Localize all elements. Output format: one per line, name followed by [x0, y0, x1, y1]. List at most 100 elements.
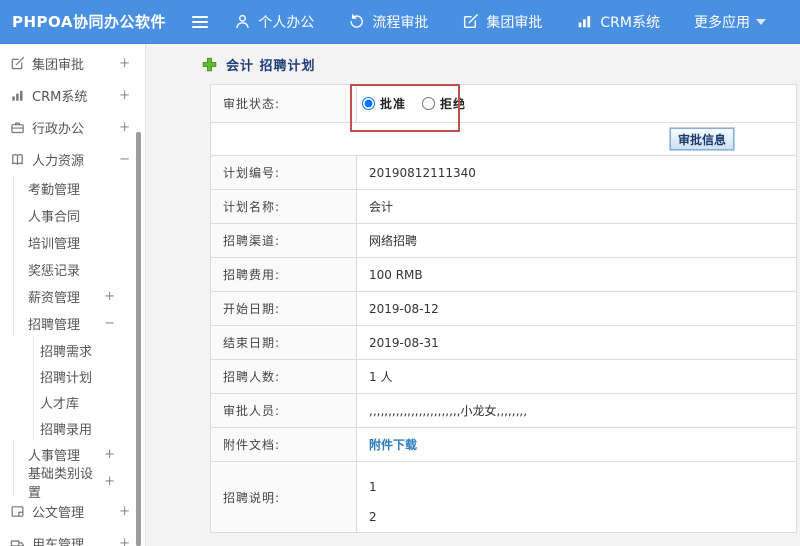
table-row-8: 附件文档: 附件下载 [211, 428, 796, 462]
field-value: 12 [357, 462, 796, 532]
sidebar-item-行政办公[interactable]: 行政办公 + [0, 111, 145, 143]
nav-item-0[interactable]: 个人办公 [234, 12, 314, 32]
description-line: 2 [369, 510, 377, 524]
user-icon [234, 13, 251, 30]
sidebar: 集团审批 + CRM系统 + 行政办公 + 人力资源 − 考勤管理人事合同培训管理奖惩记录薪资管… [0, 44, 146, 546]
nav-item-label: 集团审批 [486, 14, 543, 31]
nav-item-label: 流程审批 [372, 14, 429, 31]
field-label: 招聘说明: [211, 462, 357, 532]
sidebar-item-label: 行政办公 [32, 121, 85, 137]
sidebar-item-label: 招聘录用 [40, 422, 93, 438]
main-content: 会计 招聘计划 审批状态: 批准 拒绝 审批信息 计划编号: 2019081211… [146, 44, 800, 546]
attachment-download-link[interactable]: 附件下载 [369, 436, 417, 453]
field-label: 附件文档: [211, 428, 357, 461]
top-navigation-bar: PHPOA协同办公软件 个人办公 流程审批 集团审批 CRM系统 更多应用 [0, 0, 800, 44]
sidebar-item-薪资管理[interactable]: 薪资管理 + [0, 283, 145, 310]
sidebar-item-考勤管理[interactable]: 考勤管理 [0, 175, 145, 202]
field-value: 网络招聘 [369, 234, 418, 248]
field-value: 20190812111340 [369, 165, 476, 180]
sidebar-item-label: 用车管理 [32, 537, 85, 546]
doc-icon [10, 504, 25, 519]
expand-plus-icon[interactable]: + [104, 474, 115, 489]
field-label-approval-status: 审批状态: [211, 85, 357, 122]
reject-radio[interactable] [422, 97, 436, 110]
expand-plus-icon[interactable]: + [104, 289, 115, 304]
nav-item-3[interactable]: CRM系统 [576, 12, 660, 32]
field-label: 招聘人数: [211, 360, 357, 393]
page-title: 会计 招聘计划 [226, 58, 316, 74]
field-label: 招聘渠道: [211, 224, 357, 257]
expand-plus-icon[interactable]: + [119, 120, 130, 135]
nav-item-label: 个人办公 [258, 14, 315, 31]
sidebar-item-招聘管理[interactable]: 招聘管理 − [0, 310, 145, 337]
sidebar-item-奖惩记录[interactable]: 奖惩记录 [0, 256, 145, 283]
field-label: 审批人员: [211, 394, 357, 427]
nav-item-2[interactable]: 集团审批 [462, 12, 542, 32]
sidebar-item-招聘计划[interactable]: 招聘计划 [0, 363, 145, 389]
expand-plus-icon[interactable]: + [119, 536, 130, 546]
sidebar-item-label: 招聘需求 [40, 344, 93, 360]
sidebar-item-人事合同[interactable]: 人事合同 [0, 202, 145, 229]
table-row-5: 结束日期: 2019-08-31 [211, 326, 796, 360]
table-row-3: 招聘费用: 100 RMB [211, 258, 796, 292]
sidebar-item-label: 人才库 [40, 396, 80, 412]
sidebar-item-label: 人力资源 [32, 153, 85, 169]
field-value: 100 RMB [369, 267, 423, 282]
detail-table: 审批状态: 批准 拒绝 审批信息 计划编号: 20190812111340 计划名称… [210, 84, 797, 533]
sidebar-item-招聘需求[interactable]: 招聘需求 [0, 337, 145, 363]
nav-item-4[interactable]: 更多应用 [694, 12, 766, 32]
nav-item-1[interactable]: 流程审批 [348, 12, 428, 32]
table-row-4: 开始日期: 2019-08-12 [211, 292, 796, 326]
sidebar-item-人才库[interactable]: 人才库 [0, 389, 145, 415]
table-row-7: 审批人员: ,,,,,,,,,,,,,,,,,,,,,,,,小龙女,,,,,,,, [211, 394, 796, 428]
chart-icon [576, 13, 593, 30]
sidebar-item-label: 基础类别设置 [28, 466, 94, 501]
expand-plus-icon[interactable]: + [119, 56, 130, 71]
description-line: 1 [369, 480, 377, 494]
sidebar-item-label: 人事管理 [28, 449, 81, 464]
app-logo: PHPOA协同办公软件 [12, 13, 166, 31]
add-plus-icon [202, 57, 217, 72]
field-value: 2019-08-31 [369, 335, 439, 350]
expand-plus-icon[interactable]: + [104, 447, 115, 462]
sidebar-item-label: 招聘计划 [40, 370, 93, 386]
sidebar-item-CRM系统[interactable]: CRM系统 + [0, 79, 145, 111]
approval-info-button[interactable]: 审批信息 [670, 128, 734, 150]
sidebar-item-label: 考勤管理 [28, 183, 81, 198]
sidebar-item-集团审批[interactable]: 集团审批 + [0, 47, 145, 79]
field-label: 计划名称: [211, 190, 357, 223]
sidebar-scrollbar[interactable] [136, 132, 141, 546]
compose-icon [462, 13, 479, 30]
table-row-0: 计划编号: 20190812111340 [211, 156, 796, 190]
field-label: 结束日期: [211, 326, 357, 359]
reject-radio-label[interactable]: 拒绝 [440, 95, 466, 112]
sidebar-item-label: 奖惩记录 [28, 264, 81, 279]
sidebar-item-招聘录用[interactable]: 招聘录用 [0, 415, 145, 441]
sidebar-item-label: 人事合同 [28, 210, 81, 225]
approve-radio[interactable] [362, 97, 375, 110]
briefcase-icon [10, 120, 25, 135]
menu-hamburger-icon[interactable] [191, 13, 209, 31]
sidebar-item-人力资源[interactable]: 人力资源 − [0, 143, 145, 175]
collapse-minus-icon[interactable]: − [119, 152, 130, 167]
nav-item-label: CRM系统 [600, 14, 660, 31]
expand-plus-icon[interactable]: + [119, 88, 130, 103]
field-value: 2019-08-12 [369, 301, 439, 316]
sidebar-item-label: CRM系统 [32, 89, 88, 105]
sidebar-item-label: 公文管理 [32, 505, 85, 521]
sidebar-item-基础类别设置[interactable]: 基础类别设置 + [0, 467, 145, 501]
truck-icon [10, 536, 25, 546]
chart-icon [10, 88, 25, 103]
book-icon [10, 152, 25, 167]
collapse-minus-icon[interactable]: − [104, 316, 115, 331]
sidebar-item-用车管理[interactable]: 用车管理 + [0, 527, 145, 546]
nav-item-label: 更多应用 [694, 14, 750, 31]
table-row-2: 招聘渠道: 网络招聘 [211, 224, 796, 258]
table-row-1: 计划名称: 会计 [211, 190, 796, 224]
approve-radio-label[interactable]: 批准 [380, 95, 406, 112]
expand-plus-icon[interactable]: + [119, 504, 130, 519]
compose-icon [10, 56, 25, 71]
sidebar-item-label: 薪资管理 [28, 291, 81, 306]
history-icon [348, 13, 365, 30]
sidebar-item-培训管理[interactable]: 培训管理 [0, 229, 145, 256]
